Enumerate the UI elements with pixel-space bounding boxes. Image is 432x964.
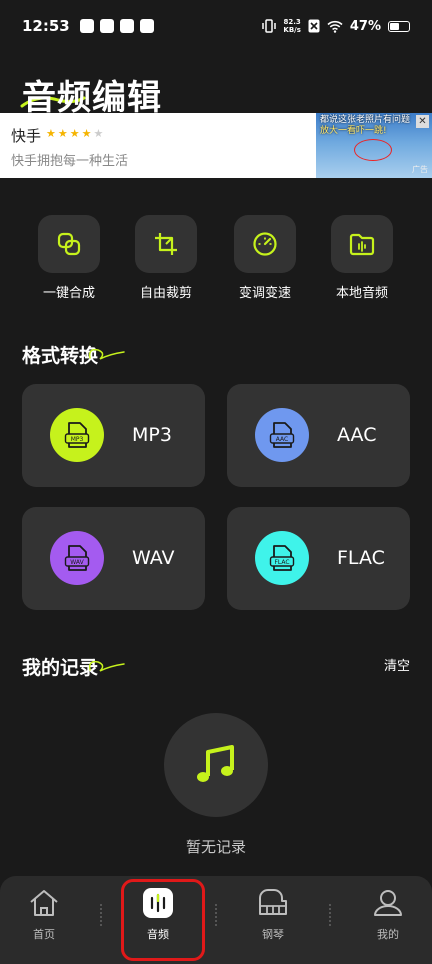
net-speed-unit: KB/s xyxy=(283,26,301,34)
aac-file-icon: AAC xyxy=(255,408,309,462)
nav-label-home: 首页 xyxy=(33,928,55,941)
tool-crop-label: 自由裁剪 xyxy=(139,286,192,301)
nav-separator xyxy=(100,904,102,926)
ad-image-caption-line1: 都说这张老照片有问题 xyxy=(320,115,411,125)
crop-icon xyxy=(155,233,177,255)
tool-merge-button[interactable] xyxy=(38,215,100,273)
bottom-nav: 首页 音频 钢琴 我的 xyxy=(0,876,432,964)
wifi-icon xyxy=(327,20,343,33)
mp3-icon-text: MP3 xyxy=(71,436,84,443)
clear-records-button[interactable]: 清空 xyxy=(384,655,410,674)
user-icon xyxy=(374,890,402,916)
tool-pitch-speed[interactable]: 变调变速 xyxy=(220,215,310,301)
nav-separator xyxy=(329,904,331,926)
aac-icon-text: AAC xyxy=(276,436,288,443)
format-card-flac[interactable]: FLAC FLAC xyxy=(227,507,410,610)
notification-icon xyxy=(119,19,134,33)
battery-icon xyxy=(388,20,410,32)
merge-icon xyxy=(57,232,81,256)
empty-records-text: 暂无记录 xyxy=(185,838,246,856)
flac-icon-text: FLAC xyxy=(274,559,289,566)
tool-pitch-speed-label: 变调变速 xyxy=(238,286,291,301)
ad-banner[interactable]: 快手 ★★★★★ 快手拥抱每一种生活 都说这张老照片有问题 放大一看吓一跳! ✕… xyxy=(0,113,432,178)
tool-crop-button[interactable] xyxy=(135,215,197,273)
format-label-flac: FLAC xyxy=(337,547,385,569)
net-speed-value: 82.3 xyxy=(283,18,301,26)
nav-item-home[interactable]: 首页 xyxy=(1,886,87,942)
tool-crop[interactable]: 自由裁剪 xyxy=(121,215,211,301)
status-right: 82.3 KB/s 47% xyxy=(262,18,410,34)
format-label-aac: AAC xyxy=(337,424,377,446)
tool-merge-label: 一键合成 xyxy=(42,286,95,301)
tool-pitch-speed-button[interactable] xyxy=(234,215,296,273)
highlight-box xyxy=(121,879,205,961)
vibrate-icon xyxy=(262,19,277,33)
flac-file-icon: FLAC xyxy=(255,531,309,585)
section-swoosh-decoration xyxy=(88,348,125,360)
mp3-file-icon: MP3 xyxy=(50,408,104,462)
ad-image[interactable]: 都说这张老照片有问题 放大一看吓一跳! ✕ 广告 xyxy=(316,113,432,178)
tool-local-audio[interactable]: 本地音频 xyxy=(317,215,407,301)
tool-local-audio-button[interactable] xyxy=(331,215,393,273)
notification-icon xyxy=(99,19,114,33)
nav-separator xyxy=(215,904,217,926)
wav-file-icon: WAV xyxy=(50,531,104,585)
home-icon xyxy=(30,890,58,916)
status-time: 12:53 xyxy=(22,17,70,35)
piano-icon xyxy=(259,889,287,915)
format-card-mp3[interactable]: MP3 MP3 xyxy=(22,384,205,487)
net-speed: 82.3 KB/s xyxy=(283,18,300,34)
ad-tag: 广告 xyxy=(412,165,428,174)
status-bar: 12:53 82.3 KB/s 47% xyxy=(0,0,432,52)
nav-label-piano: 钢琴 xyxy=(262,928,284,941)
wav-icon-text: WAV xyxy=(70,559,84,566)
format-card-wav[interactable]: WAV WAV xyxy=(22,507,205,610)
ad-image-caption: 都说这张老照片有问题 放大一看吓一跳! xyxy=(320,115,428,137)
page-title: 音频编辑 xyxy=(22,78,162,118)
section-swoosh-decoration xyxy=(88,660,125,672)
quick-tools: 一键合成 自由裁剪 变调变速 本地音频 xyxy=(0,215,432,305)
empty-records-placeholder xyxy=(164,713,268,817)
ad-slogan: 快手拥抱每一种生活 xyxy=(11,154,129,169)
ad-rating-stars: ★★★★★ xyxy=(46,127,106,140)
folder-audio-icon xyxy=(349,233,375,256)
no-sim-icon xyxy=(308,19,320,33)
notification-icons xyxy=(79,19,154,33)
format-card-aac[interactable]: AAC AAC xyxy=(227,384,410,487)
tool-merge[interactable]: 一键合成 xyxy=(24,215,114,301)
notification-icon xyxy=(139,19,154,33)
music-note-icon xyxy=(197,745,234,782)
notification-icon xyxy=(79,19,94,33)
ad-image-circle xyxy=(354,139,392,161)
tool-local-audio-label: 本地音频 xyxy=(335,286,388,301)
battery-percent: 47% xyxy=(349,18,381,34)
nav-item-piano[interactable]: 钢琴 xyxy=(230,886,316,942)
speed-gauge-icon xyxy=(253,232,277,256)
format-label-mp3: MP3 xyxy=(132,424,172,446)
ad-app-name: 快手 xyxy=(11,127,42,145)
nav-item-profile[interactable]: 我的 xyxy=(345,886,431,942)
ad-image-caption-line2: 放大一看吓一跳! xyxy=(320,126,387,136)
format-label-wav: WAV xyxy=(132,547,175,569)
nav-label-profile: 我的 xyxy=(377,928,399,941)
ad-close-button[interactable]: ✕ xyxy=(416,115,429,128)
